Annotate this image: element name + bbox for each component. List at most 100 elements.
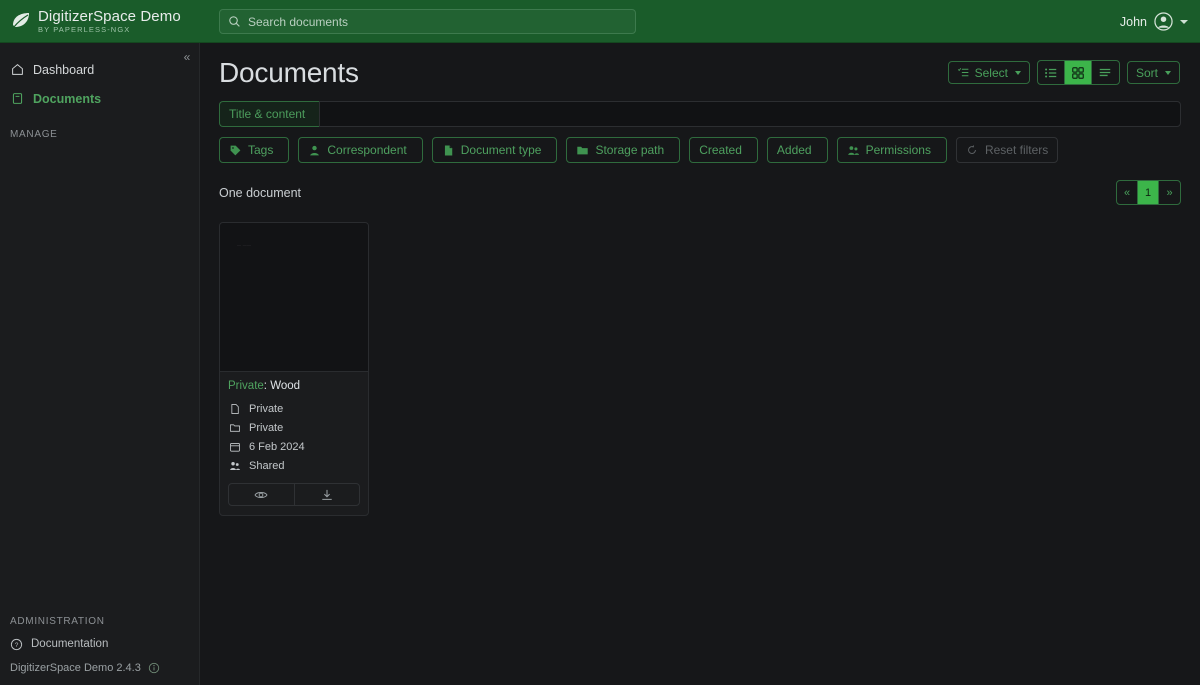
filter-label: Correspondent	[327, 143, 407, 157]
person-icon	[308, 144, 321, 157]
sidebar-section-manage: MANAGE	[10, 129, 58, 140]
document-grid: — —— Private: Wood Private Private 6 Feb…	[219, 222, 1200, 516]
document-name: Wood	[270, 380, 301, 392]
page-header: Documents Select Sort	[200, 43, 1200, 89]
page-title: Documents	[219, 57, 359, 88]
results-count: One document	[219, 185, 301, 200]
filter-label: Created	[699, 143, 742, 157]
sort-button[interactable]: Sort	[1126, 61, 1180, 84]
metadata-value: Private	[249, 421, 284, 434]
user-menu[interactable]: John	[1120, 0, 1188, 43]
version-label: DigitizerSpace Demo 2.4.3	[10, 662, 141, 674]
storage-path-filter-button[interactable]: Storage path	[566, 137, 681, 163]
preview-button[interactable]	[229, 484, 295, 505]
pagination-page-1-button[interactable]: 1	[1138, 181, 1159, 204]
document-thumbnail[interactable]: — ——	[220, 223, 368, 372]
select-button-label: Select	[974, 65, 1008, 80]
checklist-icon	[957, 66, 970, 79]
brand-subtitle: BY PAPERLESS-NGX	[38, 24, 131, 34]
sidebar-section-administration: ADMINISTRATION	[10, 616, 105, 627]
sidebar-item-documentation[interactable]: ? Documentation	[0, 631, 199, 657]
filter-label: Permissions	[865, 143, 931, 157]
filter-buttons-row: Tags Correspondent Document type Storage…	[219, 137, 1181, 163]
created-filter-button[interactable]: Created	[689, 137, 758, 163]
search-container: Search documents	[219, 9, 636, 34]
title-content-dropdown-label: Title & content	[229, 107, 306, 121]
pagination-prev-button[interactable]: «	[1117, 181, 1138, 204]
pagination-next-button[interactable]: »	[1159, 181, 1180, 204]
top-navbar: DigitizerSpace Demo BY PAPERLESS-NGX Sea…	[0, 0, 1200, 43]
document-type-filter-button[interactable]: Document type	[431, 137, 558, 163]
metadata-value: Shared	[249, 459, 285, 472]
metadata-value: Private	[249, 402, 284, 415]
app-version: DigitizerSpace Demo 2.4.3	[0, 657, 199, 679]
added-filter-button[interactable]: Added	[766, 137, 828, 163]
sort-button-label: Sort	[1135, 65, 1158, 80]
user-name: John	[1119, 14, 1147, 29]
home-icon	[10, 63, 24, 77]
thumbnail-text: — ——	[237, 242, 252, 247]
download-icon	[320, 488, 334, 502]
sidebar-footer: ADMINISTRATION ? Documentation Digitizer…	[0, 600, 199, 685]
main-content: Documents Select Sort Title & content Ta…	[200, 43, 1200, 685]
people-icon	[847, 144, 860, 157]
metadata-storage-path[interactable]: Private	[228, 418, 368, 437]
metadata-document-type[interactable]: Private	[228, 399, 368, 418]
people-icon	[228, 459, 241, 472]
results-row: One document « 1 »	[219, 180, 1181, 205]
brand[interactable]: DigitizerSpace Demo BY PAPERLESS-NGX	[0, 8, 200, 34]
sidebar-collapse-button[interactable]: «	[179, 49, 195, 65]
download-button[interactable]	[295, 484, 360, 505]
chevron-down-icon	[1180, 19, 1188, 24]
filter-label: Tags	[248, 143, 274, 157]
calendar-icon	[228, 440, 241, 453]
file-icon	[442, 144, 455, 157]
folder-icon	[576, 144, 589, 157]
question-circle-icon: ?	[10, 638, 23, 651]
title-content-filter-row: Title & content	[219, 101, 1181, 127]
view-mode-group	[1036, 60, 1120, 85]
documentation-label: Documentation	[31, 638, 109, 650]
brand-title: DigitizerSpace Demo	[38, 7, 181, 25]
tag-icon	[229, 144, 242, 157]
document-card-actions	[228, 483, 360, 506]
folder-icon	[228, 421, 241, 434]
sidebar-item-label: Documents	[33, 91, 102, 106]
title-content-input[interactable]	[319, 101, 1181, 127]
sidebar-nav: Dashboard Documents MANAGE	[0, 43, 199, 144]
filter-label: Document type	[460, 143, 542, 157]
document-title[interactable]: Private: Wood	[220, 372, 368, 399]
reset-icon	[966, 144, 979, 157]
search-input-placeholder[interactable]: Search documents	[248, 15, 348, 29]
sidebar-item-dashboard[interactable]: Dashboard	[0, 55, 199, 84]
document-card[interactable]: — —— Private: Wood Private Private 6 Feb…	[219, 222, 369, 516]
metadata-value: 6 Feb 2024	[249, 440, 305, 453]
select-button[interactable]: Select	[947, 61, 1030, 84]
chevron-down-icon	[1165, 70, 1171, 75]
header-toolbar: Select Sort	[947, 60, 1180, 89]
document-icon	[10, 92, 24, 106]
title-content-dropdown[interactable]: Title & content	[219, 101, 320, 127]
pagination: « 1 »	[1116, 180, 1181, 205]
metadata-created-date[interactable]: 6 Feb 2024	[228, 437, 368, 456]
list-view-button[interactable]	[1038, 61, 1065, 84]
search-box[interactable]: Search documents	[219, 9, 636, 34]
metadata-permissions[interactable]: Shared	[228, 456, 368, 475]
user-avatar-icon	[1154, 12, 1173, 31]
svg-text:?: ?	[15, 642, 19, 649]
grid-view-button[interactable]	[1064, 61, 1092, 84]
app-root: DigitizerSpace Demo BY PAPERLESS-NGX Sea…	[0, 0, 1200, 685]
sidebar-item-documents[interactable]: Documents	[0, 84, 199, 113]
filter-label: Added	[776, 143, 812, 157]
info-circle-icon[interactable]	[148, 662, 160, 674]
details-view-button[interactable]	[1092, 61, 1119, 84]
correspondent-filter-button[interactable]: Correspondent	[298, 137, 423, 163]
reset-filters-button[interactable]: Reset filters	[955, 137, 1059, 163]
sidebar-item-label: Dashboard	[33, 62, 95, 77]
leaf-icon	[8, 8, 34, 34]
sidebar: « Dashboard Documents MANAGE ADMINISTRAT…	[0, 43, 200, 685]
file-icon	[228, 402, 241, 415]
tags-filter-button[interactable]: Tags	[219, 137, 290, 163]
permissions-filter-button[interactable]: Permissions	[836, 137, 947, 163]
chevron-down-icon	[1014, 70, 1021, 75]
